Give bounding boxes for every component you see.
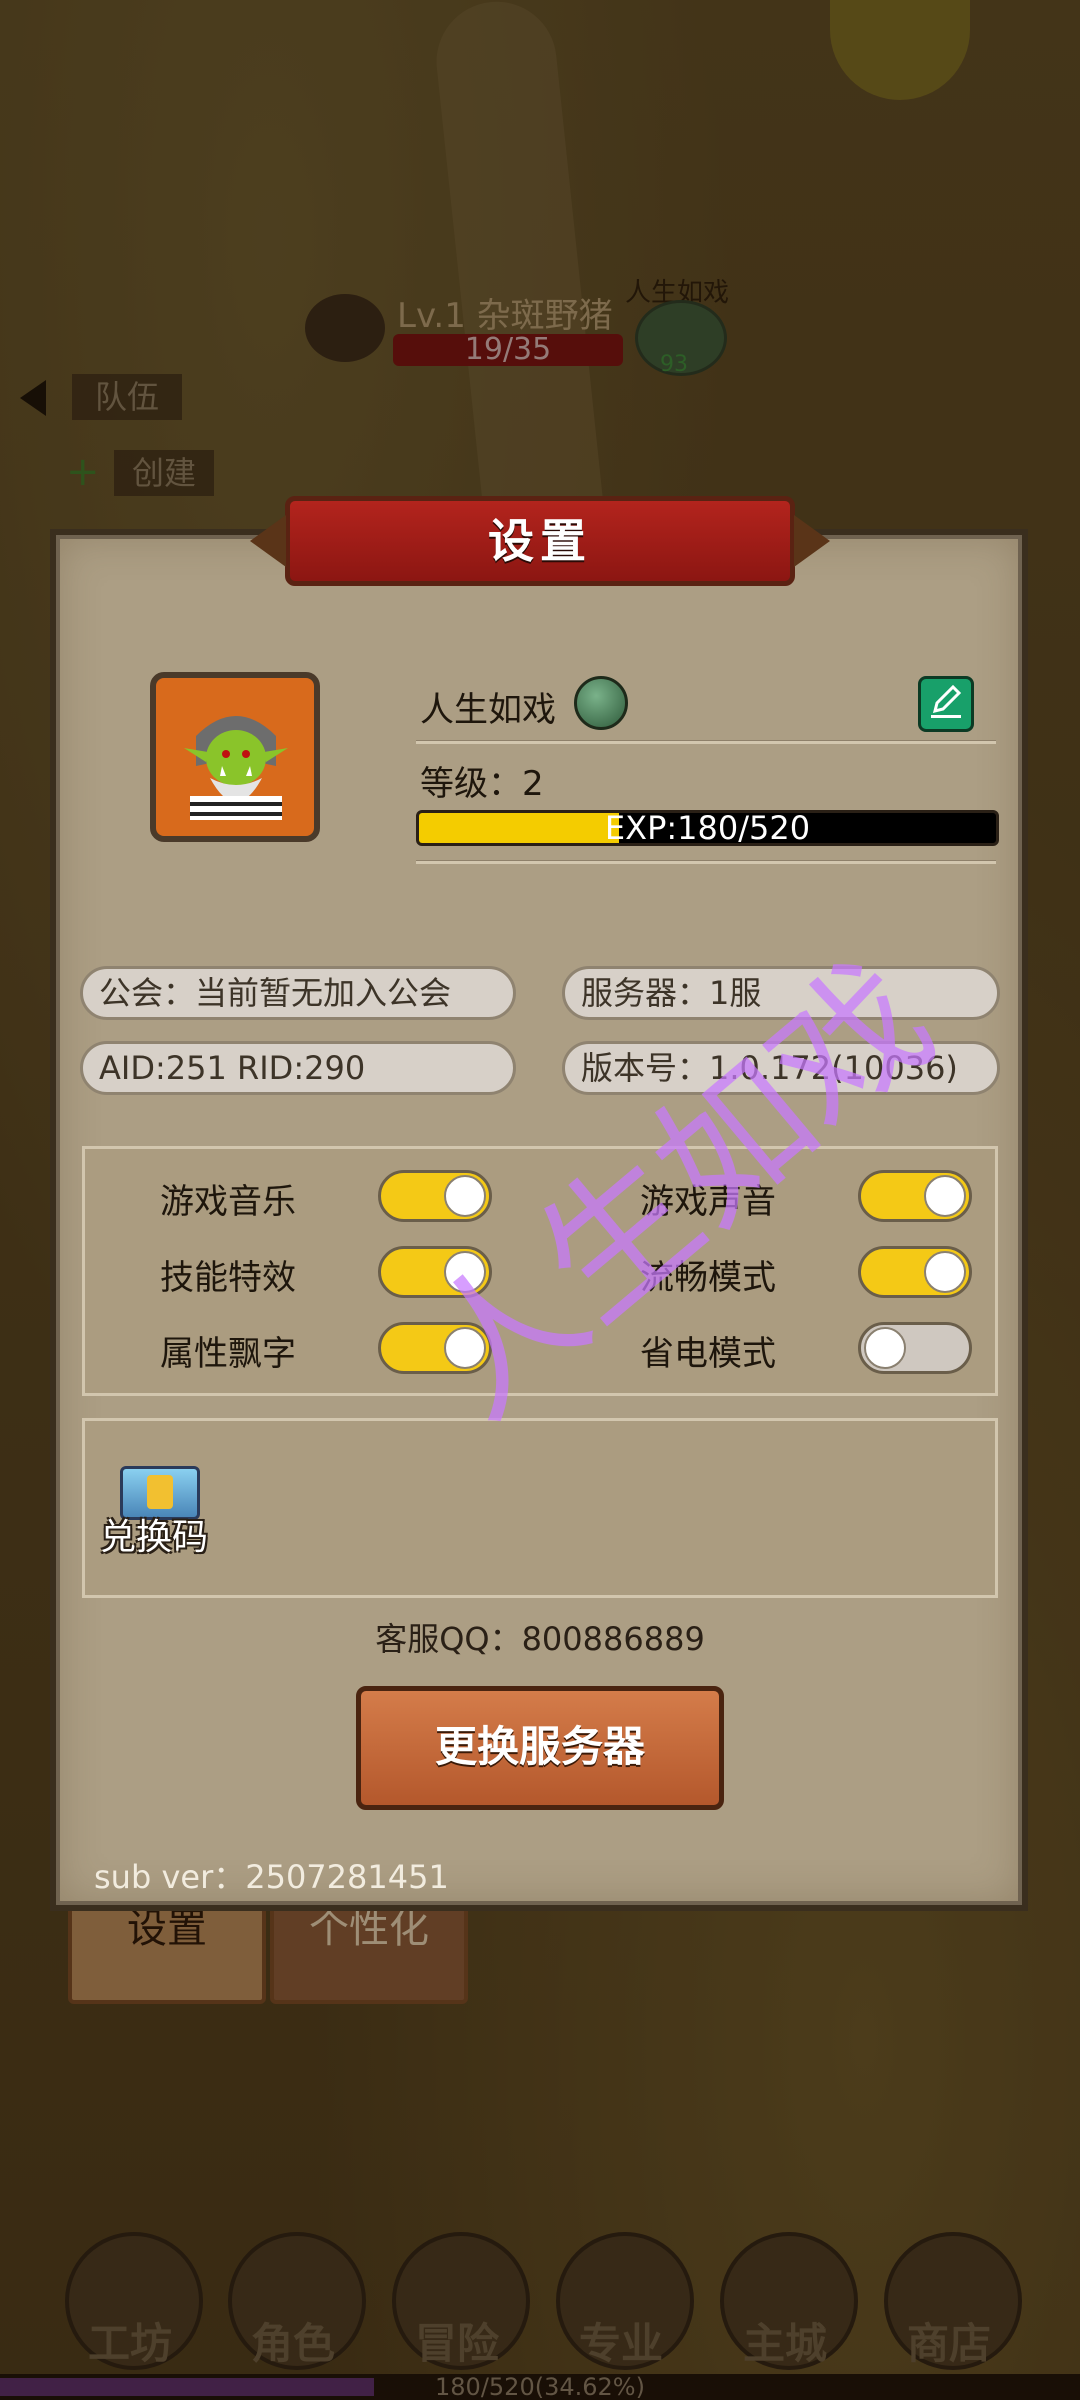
sub-version: sub ver：2507281451 <box>94 1858 449 1896</box>
redeem-panel <box>82 1418 998 1598</box>
toggle-knob <box>924 1251 966 1293</box>
change-server-button[interactable]: 更换服务器 <box>356 1686 724 1810</box>
toggle-knob <box>924 1175 966 1217</box>
account-ids: AID:251 RID:290 <box>80 1041 516 1095</box>
exp-text: EXP:180/520 <box>604 810 811 846</box>
power-saving-toggle[interactable] <box>858 1322 972 1374</box>
redeem-code-button[interactable]: 兑换码 <box>100 1508 208 1560</box>
dialog-title-banner: 设置 <box>250 496 830 586</box>
player-name: 人生如戏 <box>420 690 556 730</box>
toggle-label-floating-text: 属性飘字 <box>160 1334 296 1374</box>
orc-portrait-icon <box>176 696 296 820</box>
smooth-mode-toggle[interactable] <box>858 1246 972 1298</box>
toggle-label-sound: 游戏声音 <box>640 1182 776 1222</box>
game-music-toggle[interactable] <box>378 1170 492 1222</box>
divider <box>416 740 996 744</box>
exp-bar: EXP:180/520 <box>416 810 999 846</box>
player-level: 等级：2 <box>420 764 544 804</box>
divider <box>416 860 996 864</box>
skill-effects-toggle[interactable] <box>378 1246 492 1298</box>
player-avatar[interactable] <box>150 672 320 842</box>
toggle-label-skill-effects: 技能特效 <box>160 1258 296 1298</box>
dialog-title: 设置 <box>488 514 592 568</box>
edit-name-button[interactable] <box>918 676 974 732</box>
class-emblem-icon <box>574 676 628 730</box>
pencil-icon <box>931 684 962 718</box>
toggle-label-smooth-mode: 流畅模式 <box>640 1258 776 1298</box>
toggle-label-power-saving: 省电模式 <box>640 1334 776 1374</box>
floating-text-toggle[interactable] <box>378 1322 492 1374</box>
toggle-knob <box>444 1327 486 1369</box>
guild-info: 公会：当前暂无加入公会 <box>80 966 516 1020</box>
server-info: 服务器：1服 <box>562 966 1000 1020</box>
version-info: 版本号：1.0.172(10036) <box>562 1041 1000 1095</box>
toggle-label-music: 游戏音乐 <box>160 1182 296 1222</box>
toggle-knob <box>444 1251 486 1293</box>
customer-service-qq: 客服QQ：800886889 <box>375 1620 705 1658</box>
game-sound-toggle[interactable] <box>858 1170 972 1222</box>
toggle-knob <box>444 1175 486 1217</box>
toggle-knob <box>864 1327 906 1369</box>
